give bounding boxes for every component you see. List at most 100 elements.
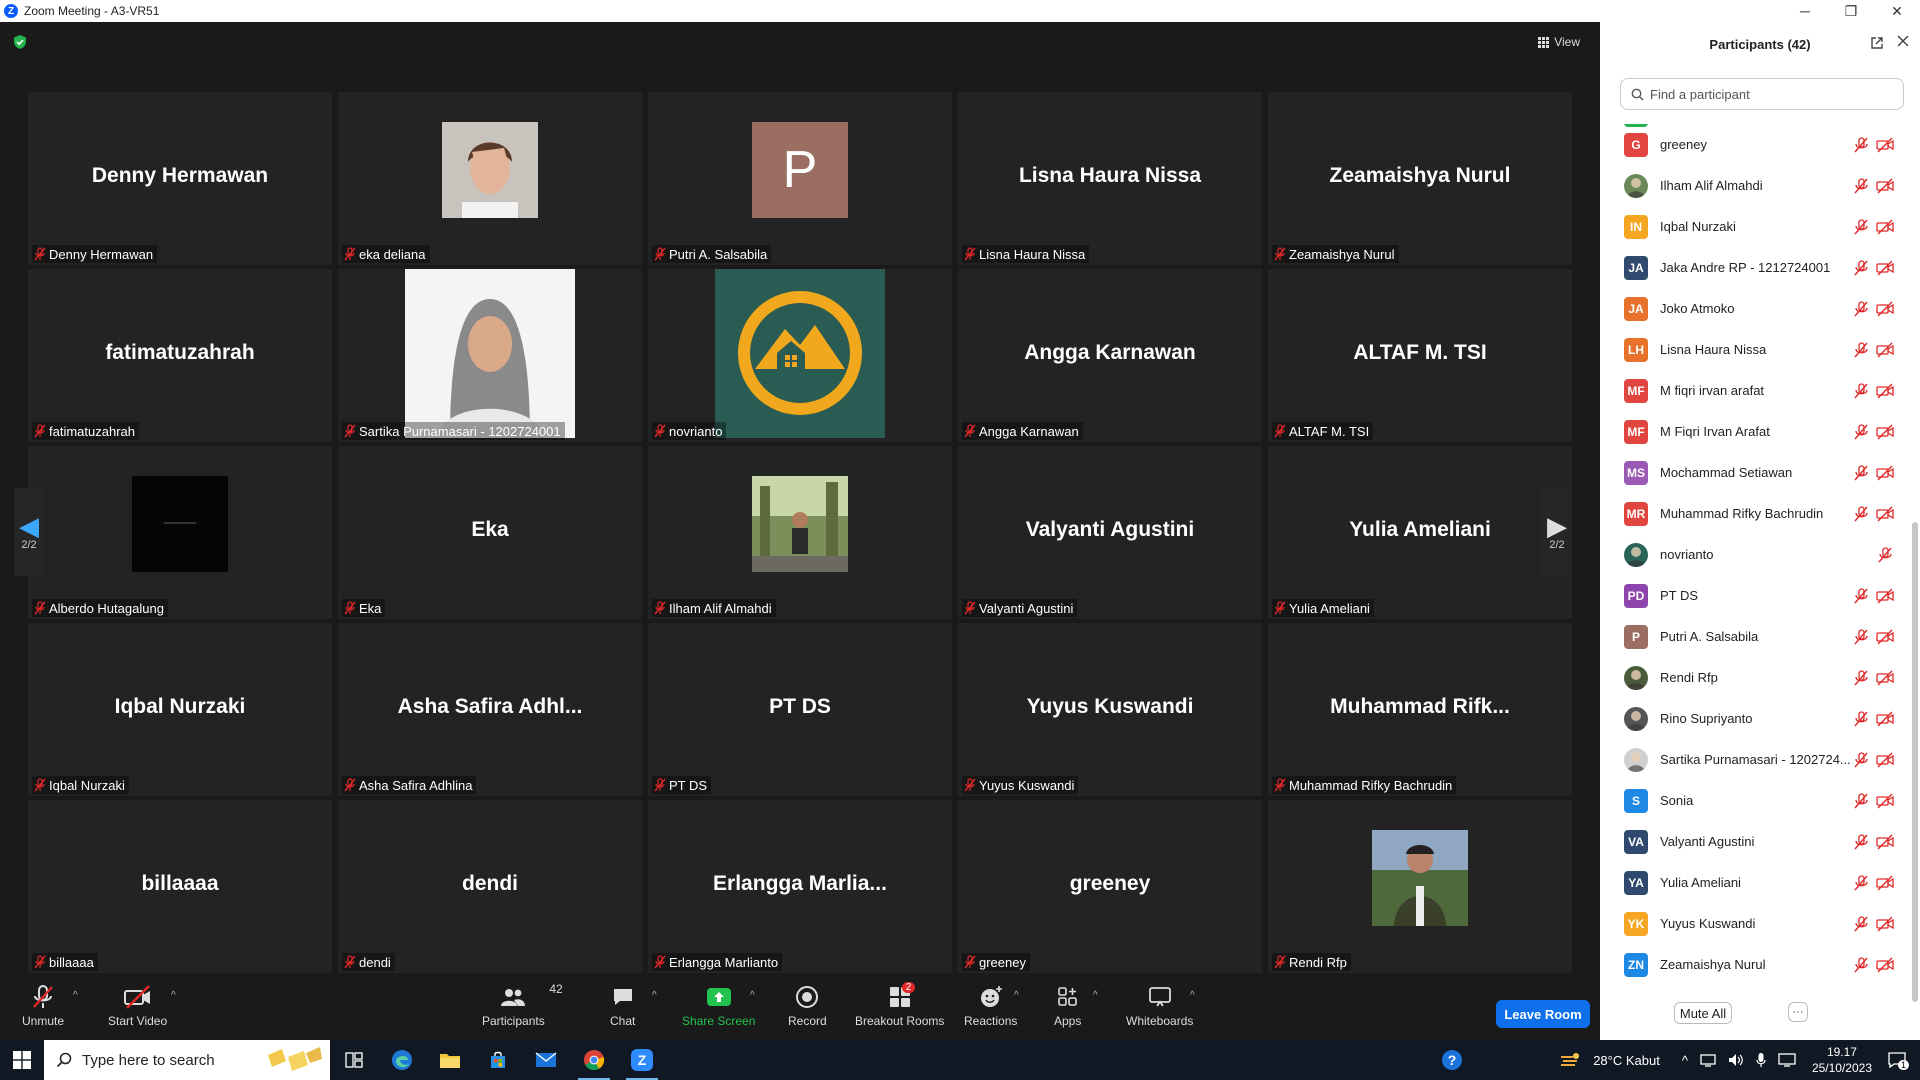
video-tile[interactable]: Denny Hermawan Denny Hermawan	[28, 92, 332, 265]
whiteboards-options-caret[interactable]: ^	[1190, 990, 1195, 1001]
participant-row[interactable]: YA Yulia Ameliani	[1600, 862, 1914, 903]
mic-muted-icon[interactable]	[1852, 300, 1870, 317]
mic-muted-icon[interactable]	[1852, 874, 1870, 891]
participants-button[interactable]: 42 Participants	[482, 982, 563, 1028]
taskbar-search-input[interactable]	[82, 1051, 252, 1069]
mic-muted-icon[interactable]	[1852, 956, 1870, 973]
mic-muted-icon[interactable]	[1852, 423, 1870, 440]
encryption-shield-icon[interactable]	[12, 34, 28, 50]
mic-muted-icon[interactable]	[1852, 505, 1870, 522]
video-tile[interactable]: Muhammad Rifk... Muhammad Rifky Bachrudin	[1268, 623, 1572, 796]
mic-muted-icon[interactable]	[1852, 259, 1870, 276]
mic-muted-icon[interactable]	[1852, 218, 1870, 235]
video-tile[interactable]: Asha Safira Adhl... Asha Safira Adhlina	[338, 623, 642, 796]
participant-row[interactable]: Ilham Alif Almahdi	[1600, 165, 1914, 206]
participant-row[interactable]: MS Mochammad Setiawan	[1600, 452, 1914, 493]
video-tile[interactable]: dendi dendi	[338, 800, 642, 973]
volume-icon[interactable]	[1728, 1053, 1744, 1067]
view-button[interactable]: View	[1532, 32, 1586, 52]
reactions-options-caret[interactable]: ^	[1014, 990, 1019, 1001]
network-icon[interactable]	[1700, 1053, 1716, 1067]
participant-row[interactable]: ZN Zeamaishya Nurul	[1600, 944, 1914, 985]
video-off-icon[interactable]	[1876, 219, 1894, 235]
participant-row[interactable]: S Sonia	[1600, 780, 1914, 821]
mic-muted-icon[interactable]	[1852, 628, 1870, 645]
video-tile[interactable]: billaaaa billaaaa	[28, 800, 332, 973]
video-off-icon[interactable]	[1876, 957, 1894, 973]
mic-muted-icon[interactable]	[1852, 751, 1870, 768]
next-page-button[interactable]: ▶ 2/2	[1542, 488, 1572, 576]
popout-icon[interactable]	[1870, 36, 1884, 50]
audio-options-caret[interactable]: ^	[73, 990, 78, 1001]
file-explorer-icon[interactable]	[426, 1040, 474, 1080]
mic-muted-icon[interactable]	[1852, 833, 1870, 850]
mic-muted-icon[interactable]	[1852, 710, 1870, 727]
participant-row[interactable]: Rino Supriyanto	[1600, 698, 1914, 739]
video-off-icon[interactable]	[1876, 342, 1894, 358]
participant-row[interactable]: YK Yuyus Kuswandi	[1600, 903, 1914, 944]
video-off-icon[interactable]	[1876, 875, 1894, 891]
video-tile[interactable]: ALTAF M. TSI ALTAF M. TSI	[1268, 269, 1572, 442]
leave-room-button[interactable]: Leave Room	[1496, 1000, 1590, 1028]
participant-row[interactable]: JA Jaka Andre RP - 1212724001	[1600, 247, 1914, 288]
mic-muted-icon[interactable]	[1852, 136, 1870, 153]
video-off-icon[interactable]	[1876, 383, 1894, 399]
video-tile[interactable]: greeney greeney	[958, 800, 1262, 973]
mic-muted-icon[interactable]	[1852, 464, 1870, 481]
video-tile[interactable]: Iqbal Nurzaki Iqbal Nurzaki	[28, 623, 332, 796]
participant-row[interactable]: Sartika Purnamasari - 1202724...	[1600, 739, 1914, 780]
participant-row[interactable]: P Putri A. Salsabila	[1600, 616, 1914, 657]
video-tile[interactable]: Erlangga Marlia... Erlangga Marlianto	[648, 800, 952, 973]
participant-row[interactable]: novrianto	[1600, 534, 1914, 575]
chat-button[interactable]: Chat	[610, 984, 635, 1028]
participant-row[interactable]: VA Valyanti Agustini	[1600, 821, 1914, 862]
weather-text[interactable]: 28°C Kabut	[1593, 1053, 1660, 1068]
video-off-icon[interactable]	[1876, 301, 1894, 317]
participant-row[interactable]: LH Lisna Haura Nissa	[1600, 329, 1914, 370]
mail-icon[interactable]	[522, 1040, 570, 1080]
apps-button[interactable]: Apps	[1054, 984, 1081, 1028]
microsoft-store-icon[interactable]	[474, 1040, 522, 1080]
video-tile[interactable]: Sartika Purnamasari - 1202724001	[338, 269, 642, 442]
mic-muted-icon[interactable]	[1852, 669, 1870, 686]
minimize-button[interactable]: ─	[1782, 0, 1828, 22]
mic-muted-icon[interactable]	[1852, 915, 1870, 932]
video-tile[interactable]: Valyanti Agustini Valyanti Agustini	[958, 446, 1262, 619]
participant-row[interactable]: MF M Fiqri Irvan Arafat	[1600, 411, 1914, 452]
mic-muted-icon[interactable]	[1852, 341, 1870, 358]
video-tile[interactable]: eka deliana	[338, 92, 642, 265]
start-button[interactable]	[0, 1040, 44, 1080]
video-off-icon[interactable]	[1876, 629, 1894, 645]
mic-muted-icon[interactable]	[1852, 177, 1870, 194]
clock[interactable]: 19.17 25/10/2023	[1812, 1044, 1872, 1076]
participant-row[interactable]: PD PT DS	[1600, 575, 1914, 616]
reactions-button[interactable]: Reactions	[964, 984, 1017, 1028]
previous-page-button[interactable]: ◀ 2/2	[14, 488, 44, 576]
record-button[interactable]: Record	[788, 984, 827, 1028]
video-off-icon[interactable]	[1876, 260, 1894, 276]
participant-row[interactable]: Rendi Rfp	[1600, 657, 1914, 698]
video-tile[interactable]: Yuyus Kuswandi Yuyus Kuswandi	[958, 623, 1262, 796]
find-participant-field[interactable]	[1620, 78, 1904, 110]
start-video-button[interactable]: Start Video	[108, 984, 167, 1028]
video-tile[interactable]: Ilham Alif Almahdi	[648, 446, 952, 619]
video-tile[interactable]: PT DS PT DS	[648, 623, 952, 796]
breakout-rooms-button[interactable]: 2 Breakout Rooms	[855, 982, 944, 1028]
video-off-icon[interactable]	[1876, 424, 1894, 440]
video-off-icon[interactable]	[1876, 752, 1894, 768]
video-tile[interactable]: Zeamaishya Nurul Zeamaishya Nurul	[1268, 92, 1572, 265]
show-hidden-icons-icon[interactable]: ^	[1682, 1053, 1688, 1068]
video-off-icon[interactable]	[1876, 588, 1894, 604]
participant-list-scrollbar[interactable]	[1912, 522, 1918, 1002]
participant-row[interactable]: IN Iqbal Nurzaki	[1600, 206, 1914, 247]
video-off-icon[interactable]	[1876, 506, 1894, 522]
video-tile[interactable]: Rendi Rfp	[1268, 800, 1572, 973]
participant-row[interactable]: JA Joko Atmoko	[1600, 288, 1914, 329]
unmute-button[interactable]: Unmute	[22, 984, 64, 1028]
display-icon[interactable]	[1778, 1053, 1796, 1067]
video-off-icon[interactable]	[1876, 670, 1894, 686]
zoom-app-icon[interactable]: Z	[618, 1040, 666, 1080]
close-window-button[interactable]: ✕	[1874, 0, 1920, 22]
mute-all-button[interactable]: Mute All	[1674, 1002, 1732, 1024]
more-options-button[interactable]: ···	[1788, 1002, 1808, 1022]
